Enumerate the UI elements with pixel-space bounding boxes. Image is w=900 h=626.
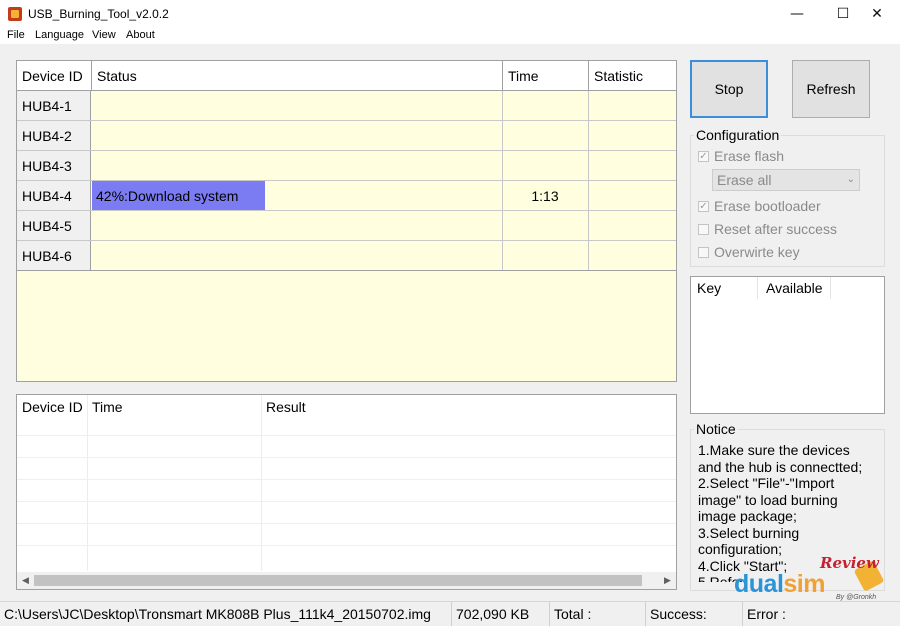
notice-line: 2.Select "File"-"Import — [698, 475, 835, 491]
status-bar: C:\Users\JC\Desktop\Tronsmart MK808B Plu… — [0, 601, 900, 626]
menu-language[interactable]: Language — [35, 29, 84, 41]
time-cell — [503, 211, 589, 240]
watermark-by: By @Gronkh — [836, 594, 877, 601]
device-row[interactable]: HUB4-1 — [17, 91, 676, 121]
device-row[interactable]: HUB4-3 — [17, 151, 676, 181]
device-grid-header: Device ID Status Time Statistic — [17, 61, 676, 91]
horizontal-scrollbar[interactable]: ◀ ▶ — [17, 572, 676, 589]
device-row[interactable]: HUB4-2 — [17, 121, 676, 151]
menu-bar: File Language View About — [0, 28, 900, 44]
erase-flash-checkbox[interactable]: ✓ — [698, 151, 709, 162]
log-column-time[interactable]: Time — [87, 395, 123, 421]
row-line — [17, 501, 676, 502]
erase-flash-label: Erase flash — [714, 148, 785, 164]
row-line — [17, 545, 676, 546]
progress-bar: 42%:Download system — [92, 181, 265, 210]
total-count: Total : — [550, 602, 646, 626]
log-column-device-id[interactable]: Device ID — [17, 395, 83, 421]
close-button[interactable]: ✕ — [854, 0, 900, 28]
row-line — [17, 435, 676, 436]
column-status[interactable]: Status — [92, 61, 503, 91]
row-line — [17, 479, 676, 480]
device-id-cell: HUB4-1 — [17, 91, 91, 120]
image-path: C:\Users\JC\Desktop\Tronsmart MK808B Plu… — [0, 602, 452, 626]
window-title: USB_Burning_Tool_v2.0.2 — [28, 7, 169, 21]
notice-line: image package; — [698, 508, 797, 524]
device-row[interactable]: HUB4-6 — [17, 241, 676, 271]
stop-button[interactable]: Stop — [690, 60, 768, 118]
column-time[interactable]: Time — [503, 61, 589, 91]
device-id-cell: HUB4-2 — [17, 121, 91, 150]
log-column-result[interactable]: Result — [261, 395, 306, 421]
column-device-id[interactable]: Device ID — [17, 61, 92, 91]
row-line — [17, 457, 676, 458]
configuration-title: Configuration — [694, 127, 782, 143]
dualsim-watermark: Review dualsim By @Gronkh — [732, 554, 885, 601]
reset-after-success-label: Reset after success — [714, 221, 837, 237]
device-row[interactable]: HUB4-4 42%:Download system 1:13 — [17, 181, 676, 211]
notice-title: Notice — [694, 421, 738, 437]
key-column-available[interactable]: Available — [766, 280, 823, 296]
device-id-cell: HUB4-5 — [17, 211, 91, 240]
menu-view[interactable]: View — [92, 29, 116, 41]
scroll-left-icon[interactable]: ◀ — [17, 572, 34, 589]
time-cell — [503, 121, 589, 150]
overwrite-key-label: Overwirte key — [714, 244, 800, 260]
app-icon — [8, 7, 22, 21]
success-count: Success: — [646, 602, 743, 626]
notice-line: 1.Make sure the devices — [698, 442, 850, 458]
status-cell — [92, 211, 503, 240]
status-cell — [92, 121, 503, 150]
notice-line: 3.Select burning — [698, 524, 800, 541]
menu-about[interactable]: About — [126, 29, 155, 41]
notice-line: and the hub is connectted; — [698, 458, 863, 475]
device-id-cell: HUB4-3 — [17, 151, 91, 180]
row-line — [17, 523, 676, 524]
status-cell — [92, 241, 503, 270]
key-list[interactable]: Key Available — [690, 276, 885, 414]
device-id-cell: HUB4-4 — [17, 181, 91, 210]
erase-bootloader-label: Erase bootloader — [714, 198, 821, 214]
chevron-down-icon: ⌄ — [846, 174, 855, 185]
overwrite-key-checkbox[interactable] — [698, 247, 709, 258]
time-cell — [503, 241, 589, 270]
image-size: 702,090 KB — [452, 602, 550, 626]
menu-file[interactable]: File — [7, 29, 25, 41]
scroll-right-icon[interactable]: ▶ — [659, 572, 676, 589]
key-column-key[interactable]: Key — [697, 280, 721, 296]
erase-bootloader-checkbox[interactable]: ✓ — [698, 201, 709, 212]
time-value: 1:13 — [531, 188, 559, 204]
status-cell — [92, 91, 503, 120]
watermark-sim: sim — [783, 570, 825, 598]
device-id-cell: HUB4-6 — [17, 241, 91, 270]
reset-after-success-checkbox[interactable] — [698, 224, 709, 235]
refresh-button[interactable]: Refresh — [792, 60, 870, 118]
column-separator — [830, 277, 831, 299]
notice-line: image" to load burning — [698, 491, 838, 508]
erase-mode-value: Erase all — [717, 172, 772, 188]
title-bar: USB_Burning_Tool_v2.0.2 — ☐ ✕ — [0, 0, 900, 28]
watermark-logo: dualsim — [734, 570, 825, 599]
watermark-dual: dual — [734, 570, 784, 598]
time-cell — [503, 91, 589, 120]
watermark-review: Review — [820, 554, 879, 572]
error-count: Error : — [747, 606, 786, 622]
erase-mode-select[interactable]: Erase all ⌄ — [712, 169, 860, 191]
column-statistic[interactable]: Statistic — [589, 61, 676, 91]
scroll-thumb[interactable] — [34, 575, 642, 586]
device-row[interactable]: HUB4-5 — [17, 211, 676, 241]
time-cell — [503, 151, 589, 180]
log-list[interactable]: Device ID Time Result ◀ ▶ — [16, 394, 677, 590]
minimize-button[interactable]: — — [774, 0, 820, 28]
device-grid[interactable]: Device ID Status Time Statistic HUB4-1 H… — [16, 60, 677, 382]
status-cell — [92, 151, 503, 180]
column-separator — [757, 277, 758, 299]
